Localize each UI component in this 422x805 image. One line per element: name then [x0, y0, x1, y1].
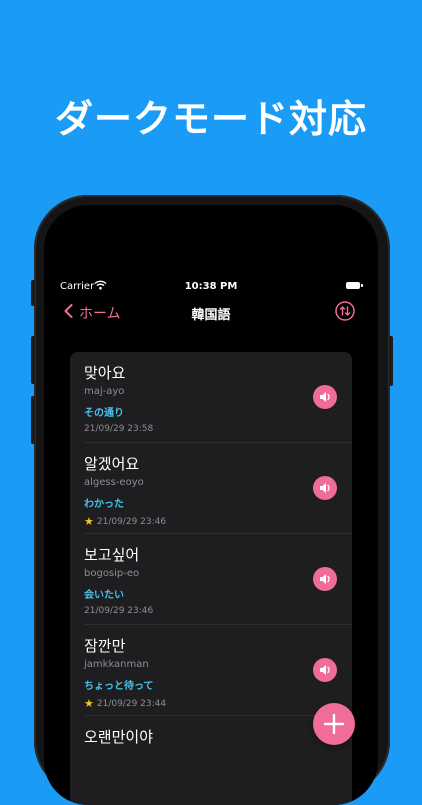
navigation-bar: ホーム 韓国語	[44, 300, 378, 326]
clock: 10:38 PM	[184, 281, 238, 292]
list-item[interactable]: 잠깐만 jamkkanman ちょっと待って ★ 21/09/29 23:44	[70, 625, 352, 716]
phone-side-button	[389, 336, 393, 386]
list-item[interactable]: 맞아요 maj-ayo その通り 21/09/29 23:58	[70, 352, 352, 443]
swap-vertical-icon	[335, 301, 355, 321]
phrase-korean: 알겠어요	[84, 455, 140, 473]
add-phrase-button[interactable]	[313, 703, 355, 745]
phone-side-button	[31, 280, 35, 306]
page-title: 韓国語	[191, 308, 231, 323]
play-audio-button[interactable]	[313, 567, 337, 591]
phone-side-button	[31, 336, 35, 384]
phrase-list: 맞아요 maj-ayo その通り 21/09/29 23:58 알겠어요 alg…	[70, 352, 352, 805]
battery-icon	[346, 282, 363, 289]
phrase-romanization: algess-eoyo	[84, 477, 144, 488]
list-item[interactable]: 보고싶어 bogosip-eo 会いたい 21/09/29 23:46	[70, 534, 352, 625]
phrase-meta: ★ 21/09/29 23:44	[84, 697, 166, 710]
phrase-date: 21/09/29 23:46	[96, 516, 167, 527]
play-audio-button[interactable]	[313, 476, 337, 500]
list-item[interactable]: 오랜만이야	[70, 716, 352, 805]
phrase-romanization: bogosip-eo	[84, 568, 140, 579]
plus-icon	[323, 713, 345, 735]
phrase-korean: 보고싶어	[84, 546, 140, 564]
list-item[interactable]: 알겠어요 algess-eoyo わかった ★ 21/09/29 23:46	[70, 443, 352, 534]
phrase-date: 21/09/29 23:44	[96, 698, 167, 709]
phrase-meaning: わかった	[84, 499, 124, 510]
speaker-icon	[320, 392, 330, 402]
speaker-icon	[320, 665, 330, 675]
phrase-date: 21/09/29 23:58	[84, 424, 154, 434]
speaker-icon	[320, 574, 330, 584]
headline: ダークモード対応	[54, 97, 367, 141]
sort-button[interactable]	[334, 300, 356, 322]
phone-side-button	[31, 396, 35, 444]
phrase-meta: 21/09/29 23:58	[84, 424, 153, 434]
phrase-meta: ★ 21/09/29 23:46	[84, 515, 166, 528]
phrase-korean: 오랜만이야	[84, 728, 154, 746]
play-audio-button[interactable]	[313, 385, 337, 409]
star-icon: ★	[84, 697, 94, 710]
phrase-korean: 잠깐만	[84, 637, 126, 655]
phrase-meaning: 会いたい	[84, 590, 124, 601]
star-icon: ★	[84, 515, 94, 528]
play-audio-button[interactable]	[313, 658, 337, 682]
phrase-date: 21/09/29 23:46	[84, 606, 154, 616]
status-bar: Carrier 10:38 PM	[44, 279, 378, 297]
phrase-meaning: その通り	[84, 408, 124, 419]
phrase-romanization: maj-ayo	[84, 386, 125, 397]
phrase-korean: 맞아요	[84, 364, 126, 382]
phrase-romanization: jamkkanman	[84, 659, 149, 670]
speaker-icon	[320, 483, 330, 493]
phrase-meta: 21/09/29 23:46	[84, 606, 153, 616]
phrase-meaning: ちょっと待って	[84, 681, 154, 692]
